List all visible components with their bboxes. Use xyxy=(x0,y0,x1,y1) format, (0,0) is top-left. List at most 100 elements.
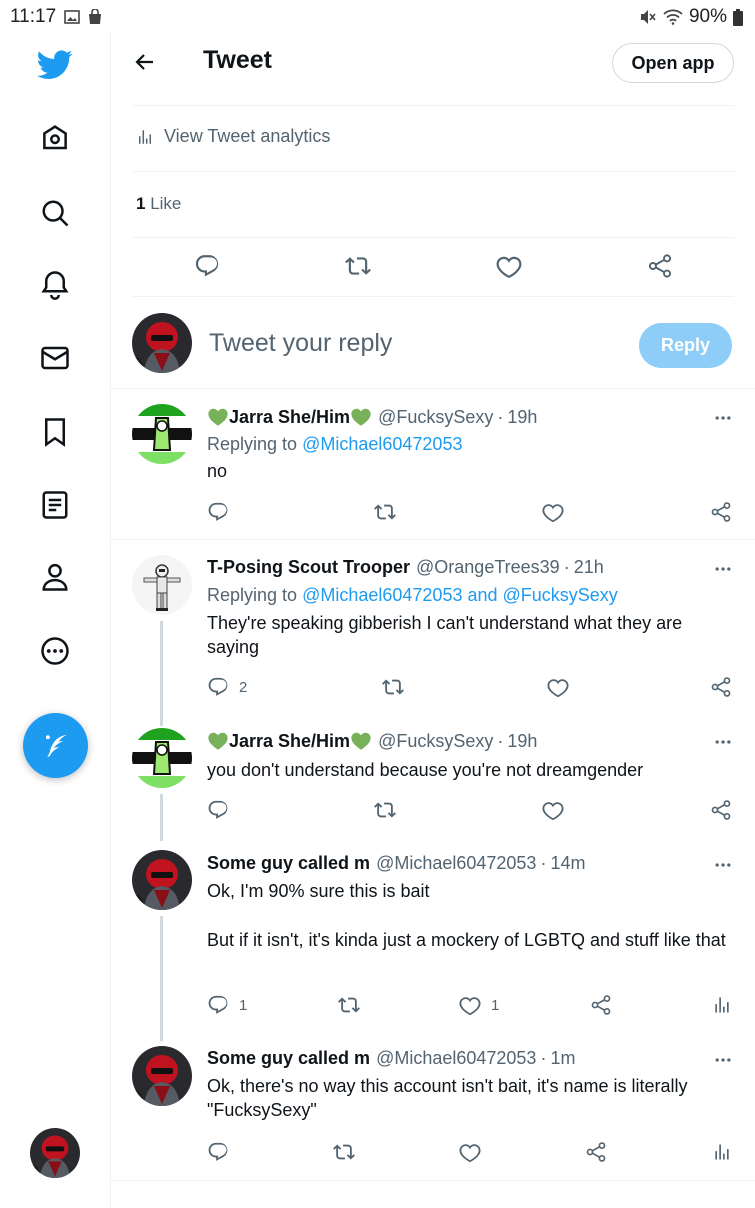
divider xyxy=(132,105,734,106)
author-name[interactable]: Some guy called m xyxy=(207,1048,370,1069)
retweet-icon[interactable] xyxy=(344,252,372,280)
compose-tweet-button[interactable] xyxy=(23,713,88,778)
tweet-time[interactable]: 19h xyxy=(507,407,537,428)
green-heart-emoji-icon xyxy=(207,730,229,752)
messages-mail-icon[interactable] xyxy=(35,338,75,378)
thread-line xyxy=(160,916,163,1041)
retweet-icon xyxy=(338,994,360,1016)
more-options-icon[interactable] xyxy=(711,1048,735,1072)
notifications-bell-icon[interactable] xyxy=(35,265,75,305)
home-icon[interactable] xyxy=(35,118,75,158)
mute-icon xyxy=(639,8,657,26)
reply-tweet[interactable]: Jarra She/Him @FucksySexy · 19h Replying… xyxy=(111,389,755,539)
tweet-text: Ok, there's no way this account isn't ba… xyxy=(207,1076,688,1120)
share-icon[interactable] xyxy=(646,252,674,280)
back-arrow-icon[interactable] xyxy=(133,50,157,74)
like-action[interactable] xyxy=(542,499,564,525)
share-action[interactable] xyxy=(710,674,732,700)
like-count: 1 xyxy=(491,996,500,1014)
reply-action[interactable] xyxy=(207,797,229,823)
profile-icon[interactable] xyxy=(35,557,75,597)
tweet-time[interactable]: 1m xyxy=(550,1048,575,1069)
reply-count: 1 xyxy=(239,996,248,1014)
feather-plus-icon xyxy=(45,734,67,757)
share-action[interactable] xyxy=(710,499,732,525)
like-heart-icon[interactable] xyxy=(495,252,523,280)
reply-icon xyxy=(207,994,229,1016)
likes-count-link[interactable]: 1 Like xyxy=(136,194,181,214)
tweet-text: Ok, I'm 90% sure this is bait xyxy=(207,881,430,901)
retweet-action[interactable] xyxy=(382,674,404,700)
avatar[interactable] xyxy=(132,1046,192,1106)
likes-count: 1 xyxy=(136,194,146,213)
retweet-action[interactable] xyxy=(374,499,396,525)
mention-link[interactable]: @Michael60472053 and @FucksySexy xyxy=(302,585,618,605)
replying-to: Replying to @Michael60472053 xyxy=(207,434,463,454)
analytics-icon xyxy=(136,128,154,146)
tweet-time[interactable]: 19h xyxy=(507,731,537,752)
author-handle[interactable]: @Michael60472053 xyxy=(376,1048,536,1069)
wifi-icon xyxy=(663,9,683,25)
retweet-action[interactable] xyxy=(333,1139,355,1165)
reply-icon[interactable] xyxy=(193,252,221,280)
author-name[interactable]: T-Posing Scout Trooper xyxy=(207,557,410,578)
reply-button[interactable]: Reply xyxy=(639,323,732,368)
retweet-action[interactable] xyxy=(374,797,396,823)
author-handle[interactable]: @OrangeTrees39 xyxy=(416,557,560,578)
reply-action[interactable] xyxy=(207,499,229,525)
more-options-icon[interactable] xyxy=(711,730,735,754)
tweet-time[interactable]: 21h xyxy=(574,557,604,578)
tweet-time[interactable]: 14m xyxy=(550,853,585,874)
like-action[interactable]: 1 xyxy=(459,992,499,1018)
author-name[interactable]: Jarra She/Him xyxy=(207,730,372,752)
tweet-analytics-action[interactable] xyxy=(712,1139,732,1165)
like-action[interactable] xyxy=(542,797,564,823)
like-action[interactable] xyxy=(547,674,569,700)
more-options-icon[interactable] xyxy=(711,853,735,877)
open-app-button[interactable]: Open app xyxy=(612,43,734,83)
author-handle[interactable]: @Michael60472053 xyxy=(376,853,536,874)
avatar[interactable] xyxy=(132,728,192,788)
like-heart-icon xyxy=(542,799,564,821)
status-bar: 11:17 90% xyxy=(0,0,755,32)
lists-icon[interactable] xyxy=(35,485,75,525)
view-analytics-link[interactable]: View Tweet analytics xyxy=(136,126,330,147)
more-options-icon[interactable] xyxy=(711,557,735,581)
author-name[interactable]: Jarra She/Him xyxy=(207,406,372,428)
reply-icon xyxy=(207,676,229,698)
author-handle[interactable]: @FucksySexy xyxy=(378,731,493,752)
author-name[interactable]: Some guy called m xyxy=(207,853,370,874)
retweet-icon xyxy=(374,799,396,821)
retweet-action[interactable] xyxy=(338,992,360,1018)
twitter-logo-icon[interactable] xyxy=(35,45,75,85)
analytics-icon xyxy=(712,995,732,1015)
share-action[interactable] xyxy=(585,1139,607,1165)
reply-action[interactable] xyxy=(207,1139,229,1165)
reply-tweet[interactable]: Jarra She/Him @FucksySexy · 19h you don'… xyxy=(111,720,755,841)
battery-icon xyxy=(733,8,743,26)
tweet-text: But if it isn't, it's kinda just a mocke… xyxy=(207,930,726,950)
account-avatar[interactable] xyxy=(30,1128,80,1178)
avatar[interactable] xyxy=(132,555,192,615)
retweet-icon xyxy=(333,1141,355,1163)
more-options-icon[interactable] xyxy=(711,406,735,430)
reply-tweet[interactable]: Some guy called m @Michael60472053 · 14m… xyxy=(111,841,755,1041)
reply-action[interactable]: 1 xyxy=(207,992,247,1018)
share-action[interactable] xyxy=(590,992,612,1018)
mention-link[interactable]: @Michael60472053 xyxy=(302,434,462,454)
like-action[interactable] xyxy=(459,1139,481,1165)
bookmark-icon[interactable] xyxy=(35,412,75,452)
reply-action[interactable]: 2 xyxy=(207,674,247,700)
author-handle[interactable]: @FucksySexy xyxy=(378,407,493,428)
reply-tweet[interactable]: T-Posing Scout Trooper @OrangeTrees39 · … xyxy=(111,540,755,726)
reply-tweet[interactable]: Some guy called m @Michael60472053 · 1m … xyxy=(111,1036,755,1180)
search-icon[interactable] xyxy=(35,193,75,233)
avatar[interactable] xyxy=(132,850,192,910)
share-action[interactable] xyxy=(710,797,732,823)
reply-input[interactable]: Tweet your reply xyxy=(209,329,392,358)
avatar[interactable] xyxy=(132,404,192,464)
more-circle-icon[interactable] xyxy=(35,631,75,671)
tweet-analytics-action[interactable] xyxy=(712,992,732,1018)
divider xyxy=(132,171,734,172)
status-time: 11:17 xyxy=(10,6,57,27)
